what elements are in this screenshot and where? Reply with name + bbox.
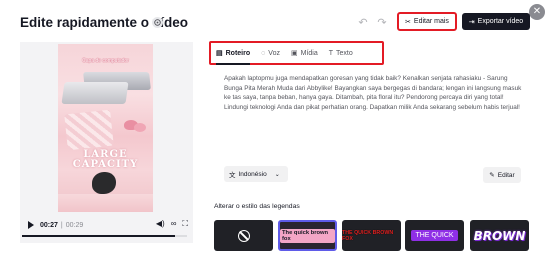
progress-bar[interactable]: [22, 235, 187, 237]
link-icon[interactable]: ∞: [171, 219, 177, 229]
tab-bar: ▤ Roteiro ◌ Voz ▣ Mídia T Texto: [209, 41, 384, 65]
current-time: 00:27: [40, 221, 58, 229]
caption-style-option[interactable]: THE QUICK: [405, 220, 464, 251]
translate-icon: 文: [229, 172, 236, 179]
overlay-line-2: CAPACITY: [72, 159, 139, 170]
script-icon: ▤: [216, 50, 223, 57]
microphone-icon: ◌: [261, 49, 266, 57]
player-controls: 00:27 | 00:29 ◀) ∞ ⛶: [28, 218, 188, 232]
bow-image: [134, 123, 146, 132]
export-video-button[interactable]: ⇥ Exportar vídeo: [462, 13, 530, 30]
info-badge-icon: [152, 17, 163, 28]
caption-style-none[interactable]: [214, 220, 273, 251]
language-value: Indonésio: [238, 170, 267, 178]
volume-icon[interactable]: ◀): [156, 219, 165, 229]
none-icon: [237, 229, 250, 242]
caption-style-option[interactable]: The quick brown fox: [278, 220, 337, 251]
edit-script-label: Editar: [497, 171, 515, 179]
caption-style-sample: BROWN: [473, 228, 526, 243]
video-frame[interactable]: Capa de computador LARGE CAPACITY: [58, 44, 153, 212]
tab-label: Voz: [268, 49, 280, 57]
chevron-down-icon: ⌄: [274, 171, 280, 178]
video-bottom-area: [58, 194, 153, 212]
tab-roteiro[interactable]: ▤ Roteiro: [216, 43, 251, 65]
tab-label: Texto: [336, 49, 353, 57]
duration: 00:29: [65, 221, 84, 229]
script-editor[interactable]: Apakah laptopmu juga mendapatkan goresan…: [212, 68, 529, 188]
caption-styles-heading: Alterar o estilo das legendas: [214, 203, 300, 210]
media-icon: ▣: [290, 50, 298, 57]
tab-label: Mídia: [300, 49, 318, 57]
export-label: Exportar vídeo: [477, 18, 524, 25]
caption-style-option[interactable]: BROWN: [470, 220, 529, 251]
undo-icon[interactable]: ↶: [357, 17, 369, 29]
tab-texto[interactable]: T Texto: [329, 43, 353, 63]
tab-voz[interactable]: ◌ Voz: [261, 43, 280, 63]
edit-more-button[interactable]: ✂ Editar mais: [397, 12, 457, 31]
export-icon: ⇥: [468, 18, 475, 26]
video-overlay-text: LARGE CAPACITY: [58, 150, 153, 170]
hand-image: [92, 172, 116, 194]
edit-more-icon: ✂: [405, 18, 411, 26]
edit-more-label: Editar mais: [413, 18, 449, 25]
close-icon: ✕: [532, 6, 542, 17]
play-icon[interactable]: [28, 221, 34, 229]
caption-style-sample: THE QUICK BROWN FOX: [342, 229, 394, 242]
script-text[interactable]: Apakah laptopmu juga mendapatkan goresan…: [224, 74, 524, 112]
text-icon: T: [328, 49, 334, 57]
tab-midia[interactable]: ▣ Mídia: [291, 43, 318, 63]
language-select[interactable]: 文 Indonésio ⌄: [224, 166, 288, 182]
time-separator: |: [60, 221, 63, 229]
redo-icon[interactable]: ↷: [376, 17, 388, 29]
caption-style-sample: The quick brown fox: [280, 228, 335, 243]
laptop-image: [61, 82, 129, 104]
video-caption-text: Capa de computador: [82, 58, 129, 64]
tab-label: Roteiro: [225, 49, 251, 57]
pencil-icon: ✎: [489, 172, 495, 179]
caption-style-sample: THE QUICK: [411, 230, 458, 241]
sleeve-image: [64, 109, 114, 151]
close-button[interactable]: ✕: [529, 4, 545, 20]
fullscreen-icon[interactable]: ⛶: [182, 219, 188, 229]
progress-fill: [22, 235, 176, 237]
edit-script-button[interactable]: ✎ Editar: [483, 167, 521, 183]
caption-style-option[interactable]: THE QUICK BROWN FOX: [342, 220, 401, 251]
